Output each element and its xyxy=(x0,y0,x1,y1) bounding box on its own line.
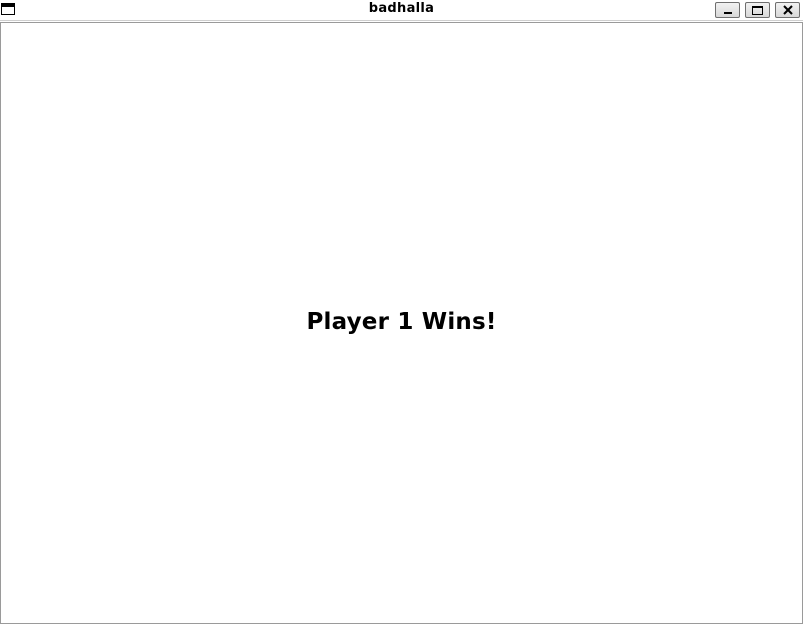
window-title: badhalla xyxy=(368,1,435,16)
app-window: badhalla Player 1 Wins! xyxy=(0,0,803,624)
close-button[interactable] xyxy=(775,2,800,18)
win-message: Player 1 Wins! xyxy=(306,309,497,335)
close-icon xyxy=(782,5,793,15)
maximize-icon xyxy=(752,5,763,15)
game-canvas[interactable]: Player 1 Wins! xyxy=(0,22,803,624)
title-bar[interactable]: badhalla xyxy=(0,0,803,21)
maximize-button[interactable] xyxy=(745,2,770,18)
minimize-icon xyxy=(723,12,732,14)
minimize-button[interactable] xyxy=(715,2,740,18)
